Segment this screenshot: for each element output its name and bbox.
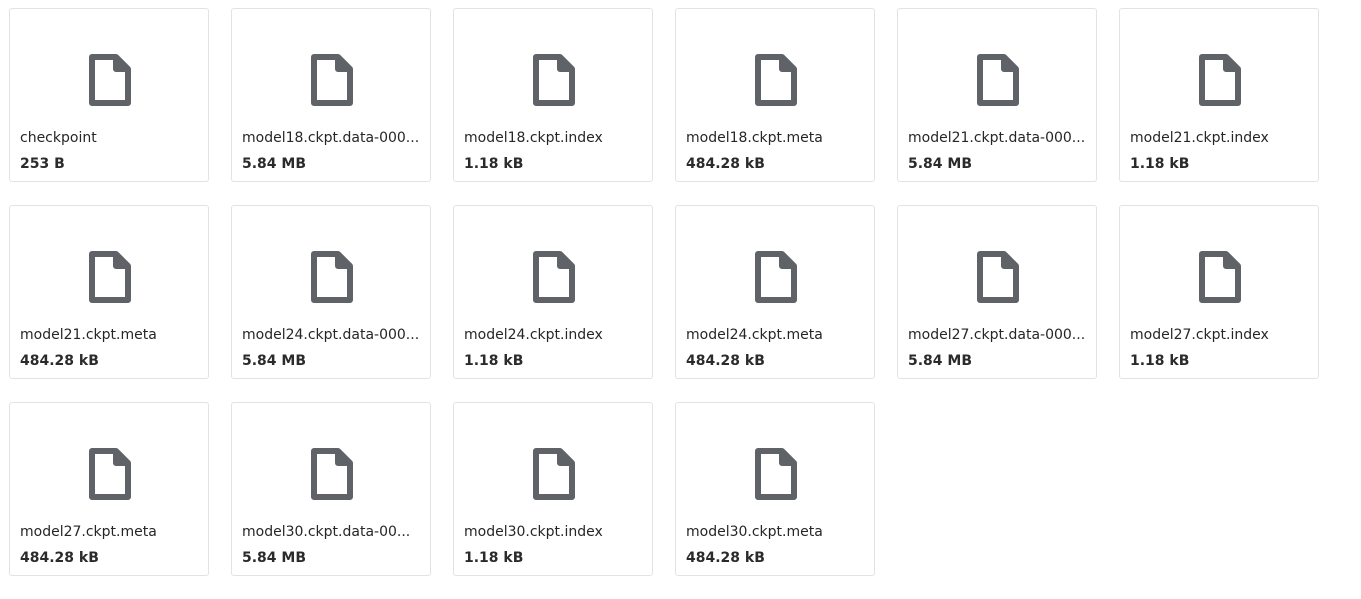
file-card[interactable]: model18.ckpt.data-000... 5.84 MB bbox=[231, 8, 431, 182]
file-name: model27.ckpt.data-000... bbox=[908, 327, 1086, 343]
file-card[interactable]: model30.ckpt.index 1.18 kB bbox=[453, 402, 653, 576]
file-icon bbox=[977, 54, 1019, 106]
file-icon bbox=[1199, 54, 1241, 106]
file-name: model21.ckpt.index bbox=[1130, 130, 1269, 146]
file-icon bbox=[89, 54, 131, 106]
file-card[interactable]: model21.ckpt.meta 484.28 kB bbox=[9, 205, 209, 379]
file-size: 1.18 kB bbox=[1130, 156, 1190, 172]
file-icon bbox=[533, 448, 575, 500]
file-size: 5.84 MB bbox=[242, 353, 307, 369]
file-icon bbox=[977, 251, 1019, 303]
file-card[interactable]: model21.ckpt.data-000... 5.84 MB bbox=[897, 8, 1097, 182]
file-name: model18.ckpt.data-000... bbox=[242, 130, 420, 146]
file-name: checkpoint bbox=[20, 130, 97, 146]
file-card[interactable]: checkpoint 253 B bbox=[9, 8, 209, 182]
file-card[interactable]: model27.ckpt.meta 484.28 kB bbox=[9, 402, 209, 576]
file-size: 484.28 kB bbox=[20, 353, 99, 369]
file-card[interactable]: model24.ckpt.meta 484.28 kB bbox=[675, 205, 875, 379]
file-size: 484.28 kB bbox=[686, 353, 765, 369]
file-card[interactable]: model24.ckpt.index 1.18 kB bbox=[453, 205, 653, 379]
file-name: model30.ckpt.index bbox=[464, 524, 603, 540]
file-icon bbox=[1199, 251, 1241, 303]
file-icon bbox=[755, 54, 797, 106]
file-name: model27.ckpt.meta bbox=[20, 524, 157, 540]
file-size: 5.84 MB bbox=[908, 353, 973, 369]
file-name: model24.ckpt.index bbox=[464, 327, 603, 343]
file-name: model18.ckpt.index bbox=[464, 130, 603, 146]
file-card[interactable]: model27.ckpt.index 1.18 kB bbox=[1119, 205, 1319, 379]
file-name: model21.ckpt.meta bbox=[20, 327, 157, 343]
file-card[interactable]: model30.ckpt.data-00... 5.84 MB bbox=[231, 402, 431, 576]
file-card[interactable]: model18.ckpt.meta 484.28 kB bbox=[675, 8, 875, 182]
file-icon bbox=[89, 448, 131, 500]
file-name: model21.ckpt.data-000... bbox=[908, 130, 1086, 146]
file-name: model24.ckpt.data-000... bbox=[242, 327, 420, 343]
file-size: 1.18 kB bbox=[464, 550, 524, 566]
file-name: model30.ckpt.data-00... bbox=[242, 524, 411, 540]
file-size: 1.18 kB bbox=[464, 353, 524, 369]
file-name: model24.ckpt.meta bbox=[686, 327, 823, 343]
file-size: 5.84 MB bbox=[242, 156, 307, 172]
file-card[interactable]: model30.ckpt.meta 484.28 kB bbox=[675, 402, 875, 576]
file-icon bbox=[533, 251, 575, 303]
file-size: 5.84 MB bbox=[242, 550, 307, 566]
file-size: 5.84 MB bbox=[908, 156, 973, 172]
file-name: model30.ckpt.meta bbox=[686, 524, 823, 540]
file-card[interactable]: model27.ckpt.data-000... 5.84 MB bbox=[897, 205, 1097, 379]
file-size: 253 B bbox=[20, 156, 65, 172]
file-icon bbox=[311, 251, 353, 303]
file-size: 484.28 kB bbox=[20, 550, 99, 566]
file-card[interactable]: model18.ckpt.index 1.18 kB bbox=[453, 8, 653, 182]
file-icon bbox=[755, 251, 797, 303]
file-size: 484.28 kB bbox=[686, 156, 765, 172]
file-size: 1.18 kB bbox=[1130, 353, 1190, 369]
file-icon bbox=[533, 54, 575, 106]
file-name: model18.ckpt.meta bbox=[686, 130, 823, 146]
file-icon bbox=[755, 448, 797, 500]
file-size: 484.28 kB bbox=[686, 550, 765, 566]
file-grid: checkpoint 253 B model18.ckpt.data-000..… bbox=[0, 0, 1361, 599]
file-card[interactable]: model24.ckpt.data-000... 5.84 MB bbox=[231, 205, 431, 379]
file-name: model27.ckpt.index bbox=[1130, 327, 1269, 343]
file-icon bbox=[311, 54, 353, 106]
file-icon bbox=[311, 448, 353, 500]
file-icon bbox=[89, 251, 131, 303]
file-card[interactable]: model21.ckpt.index 1.18 kB bbox=[1119, 8, 1319, 182]
file-size: 1.18 kB bbox=[464, 156, 524, 172]
